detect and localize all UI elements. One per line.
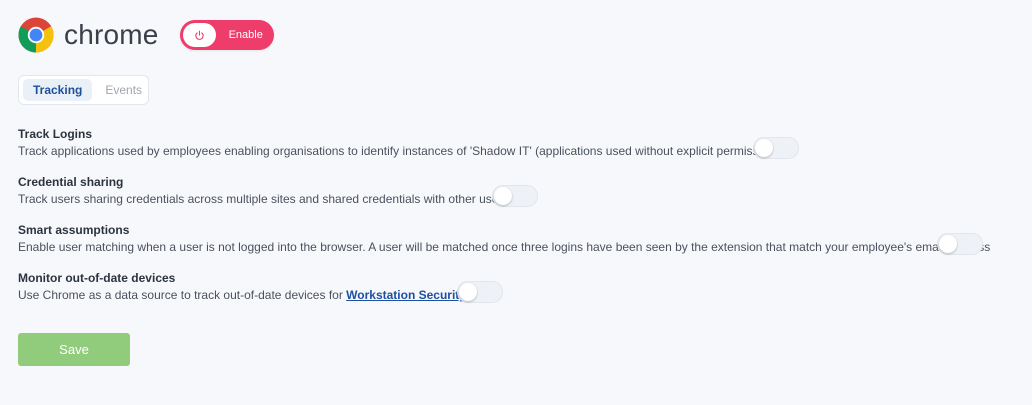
enable-label: Enable: [228, 29, 263, 41]
setting-monitor-devices: Monitor out-of-date devices Use Chrome a…: [18, 271, 466, 303]
setting-title: Credential sharing: [18, 175, 124, 189]
save-button[interactable]: Save: [18, 333, 130, 366]
smart-assumptions-toggle[interactable]: [937, 233, 983, 255]
setting-title: Monitor out-of-date devices: [18, 271, 176, 285]
toggle-knob: [459, 283, 477, 301]
enable-knob: [182, 23, 216, 47]
tab-bar: Tracking Events: [18, 75, 149, 105]
chrome-logo-icon: [18, 17, 54, 53]
tab-tracking[interactable]: Tracking: [23, 79, 93, 101]
setting-description: Track applications used by employees ena…: [18, 144, 779, 158]
setting-title: Track Logins: [18, 127, 93, 141]
setting-description: Use Chrome as a data source to track out…: [18, 287, 466, 303]
setting-smart-assumptions: Smart assumptions Enable user matching w…: [18, 223, 990, 255]
workstation-security-link[interactable]: Workstation Security: [346, 288, 466, 302]
power-icon: [194, 30, 204, 40]
setting-description: Track users sharing credentials across m…: [18, 192, 509, 206]
app-header: chrome Enable: [18, 17, 274, 53]
app-name: chrome: [64, 19, 159, 50]
enable-toggle-button[interactable]: Enable: [179, 20, 274, 50]
setting-title: Smart assumptions: [18, 223, 130, 237]
setting-description-text: Use Chrome as a data source to track out…: [18, 288, 347, 302]
setting-track-logins: Track Logins Track applications used by …: [18, 127, 779, 159]
credential-sharing-toggle[interactable]: [492, 185, 538, 207]
toggle-knob: [494, 187, 512, 205]
toggle-knob: [939, 235, 957, 253]
setting-description: Enable user matching when a user is not …: [18, 240, 991, 254]
settings-page: chrome Enable Tracking Events Track Logi…: [0, 0, 1032, 405]
setting-credential-sharing: Credential sharing Track users sharing c…: [18, 175, 508, 207]
monitor-devices-toggle[interactable]: [457, 281, 503, 303]
toggle-knob: [755, 139, 773, 157]
track-logins-toggle[interactable]: [753, 137, 799, 159]
tab-events[interactable]: Events: [95, 79, 152, 101]
